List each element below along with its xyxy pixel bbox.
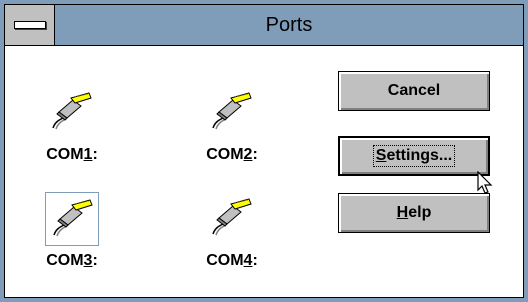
dialog-client-area: COM1: COM2: COM3: COM4: Cancel Settings.… <box>5 46 523 297</box>
port-com3[interactable]: COM3: <box>17 192 127 292</box>
port-com2[interactable]: COM2: <box>177 86 287 186</box>
port-label: COM3: <box>46 252 98 269</box>
settings-button[interactable]: Settings... <box>338 136 490 176</box>
serial-cable-icon[interactable] <box>205 192 259 246</box>
system-menu-button[interactable] <box>5 5 55 45</box>
system-menu-icon <box>14 21 46 29</box>
serial-cable-icon[interactable] <box>45 192 99 246</box>
arrow-cursor-icon <box>477 171 493 194</box>
dialog-frame: Ports COM1: COM2: COM3: COM4: Cancel Set… <box>4 4 524 298</box>
port-label: COM4: <box>206 252 258 269</box>
dialog-title: Ports <box>265 14 313 36</box>
ports-dialog: Ports COM1: COM2: COM3: COM4: Cancel Set… <box>0 0 528 302</box>
cancel-button[interactable]: Cancel <box>338 71 490 111</box>
help-button[interactable]: Help <box>338 193 490 233</box>
serial-cable-icon[interactable] <box>45 86 99 140</box>
port-com1[interactable]: COM1: <box>17 86 127 186</box>
title-bar[interactable]: Ports <box>5 5 523 46</box>
focus-rectangle: Settings... <box>372 145 456 167</box>
port-label: COM1: <box>46 146 98 163</box>
port-com4[interactable]: COM4: <box>177 192 287 292</box>
port-label: COM2: <box>206 146 258 163</box>
serial-cable-icon[interactable] <box>205 86 259 140</box>
